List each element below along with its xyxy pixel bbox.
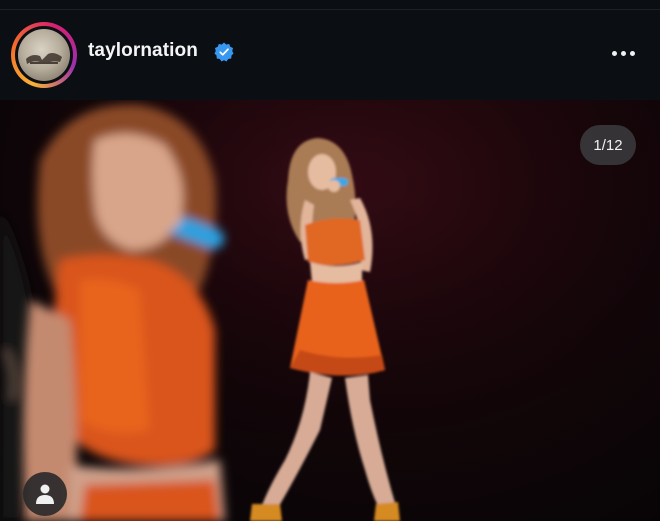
avatar-image [18, 29, 70, 81]
post-photo[interactable] [0, 100, 660, 521]
more-horizontal-icon [611, 50, 617, 56]
verified-badge-icon [214, 42, 234, 62]
concert-photo [0, 100, 660, 521]
username[interactable]: taylornation [88, 40, 198, 62]
post-header: taylornation [0, 10, 660, 100]
person-icon [36, 484, 54, 504]
tagged-people-button[interactable] [23, 472, 67, 516]
instagram-post: taylornation 1/12 [0, 0, 660, 521]
profile-avatar[interactable] [11, 22, 77, 88]
more-options-button[interactable] [604, 40, 642, 66]
carousel-counter: 1/12 [580, 125, 636, 165]
